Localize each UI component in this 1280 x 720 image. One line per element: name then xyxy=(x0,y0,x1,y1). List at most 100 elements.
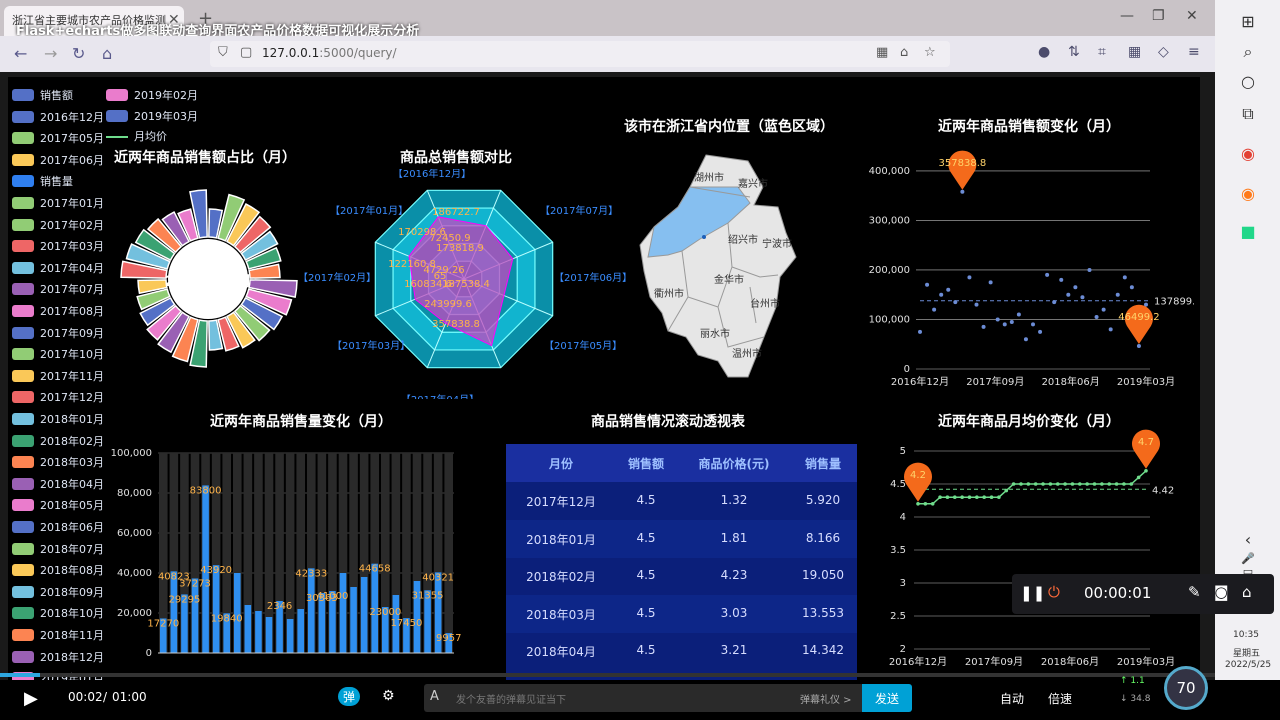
net-down-value: 34.8 xyxy=(1130,694,1151,704)
forward-icon[interactable]: → xyxy=(44,44,57,63)
firefox-icon[interactable]: ◉ xyxy=(1237,184,1259,206)
zhejiang-map[interactable]: 湖州市 嘉兴市绍兴市 宁波市金华市衢州市台州市丽水市温州市 xyxy=(628,147,808,407)
radar-indicator: 【2017年06月】 xyxy=(554,271,632,284)
data-point xyxy=(1023,337,1028,342)
x-tick-label: 2017年09月 xyxy=(966,375,1024,388)
radar-value-label: 186722.7 xyxy=(432,207,480,218)
close-window-icon[interactable]: ✕ xyxy=(1186,8,1198,24)
play-icon[interactable]: ▶ xyxy=(24,688,38,709)
rose-pie-chart[interactable]: 2017年06月 xyxy=(118,189,298,369)
zoom-badge[interactable]: 70 xyxy=(1164,666,1208,710)
minimize-icon[interactable]: — xyxy=(1120,8,1134,24)
legend-swatch xyxy=(106,136,128,138)
video-progress-bar[interactable] xyxy=(0,673,1215,677)
table-cell: 4.5 xyxy=(636,568,656,582)
stop-icon[interactable]: ⏻ xyxy=(1048,583,1060,601)
data-point xyxy=(1115,292,1120,297)
city-label: 嘉兴市 xyxy=(738,177,768,190)
home-icon[interactable]: ⌂ xyxy=(1242,583,1252,601)
legend-label: 销售额 xyxy=(40,89,73,102)
table-row[interactable]: 2018年03月 4.5 3.03 13.553 xyxy=(506,594,857,633)
bar-data-label: 42333 xyxy=(295,568,327,579)
tray-icons[interactable]: 🎤 ▭ 🔊 xyxy=(1237,552,1259,591)
pause-icon[interactable]: ❚❚ xyxy=(1020,584,1045,602)
table-cell: 2018年04月 xyxy=(526,645,596,659)
screenshot-icon[interactable]: ⌗ xyxy=(1098,44,1106,60)
price-point xyxy=(923,502,928,506)
cortana-icon[interactable]: ○ xyxy=(1237,72,1259,94)
task-view-icon[interactable]: ⧉ xyxy=(1237,104,1259,126)
qr-icon[interactable]: ▦ xyxy=(876,45,888,60)
pen-icon[interactable]: ✎ xyxy=(1188,583,1201,601)
camera-icon[interactable]: ◙ xyxy=(1214,583,1229,601)
legend-label: 2019年02月 xyxy=(134,89,198,102)
maximize-icon[interactable]: ❐ xyxy=(1152,8,1165,24)
home-icon[interactable]: ⌂ xyxy=(102,44,112,63)
legend-swatch xyxy=(12,521,34,533)
table-row[interactable]: 2017年12月 4.5 1.32 5.920 xyxy=(506,482,857,520)
danmaku-etiquette-link[interactable]: 弹幕礼仪 > xyxy=(800,691,852,706)
volume-bar-title: 近两年商品销售量变化（月） xyxy=(210,414,392,430)
address-bar[interactable]: ⛉ ▢ 127.0.0.1:5000/query/ ▦ ⌂ ☆ xyxy=(210,41,950,67)
time-current: 00:02 xyxy=(68,690,103,704)
legend-label: 2016年12月 xyxy=(40,110,104,124)
min-marker-label: 4.2 xyxy=(910,470,926,481)
pivot-table[interactable]: 月份 销售额 商品价格(元) 销售量 2017年12月 4.5 1.32 5.920 2018年… xyxy=(506,444,857,680)
pycharm-icon[interactable]: ■ xyxy=(1237,222,1259,244)
danmaku-input[interactable]: A 发个友善的弹幕见证当下 弹幕礼仪 > xyxy=(424,684,864,712)
legend-swatch xyxy=(12,305,34,317)
table-row[interactable]: 2018年01月 4.5 1.81 8.166 xyxy=(506,519,857,558)
extensions-icon[interactable]: ◇ xyxy=(1158,44,1169,60)
send-button[interactable]: 发送 xyxy=(862,684,912,712)
apps-icon[interactable]: ▦ xyxy=(1128,44,1141,60)
auto-quality-button[interactable]: 自动 xyxy=(1000,690,1024,707)
danmaku-settings-icon[interactable]: ⚙ xyxy=(382,688,395,704)
speed-button[interactable]: 倍速 xyxy=(1048,690,1072,707)
bar xyxy=(350,587,357,653)
sync-icon[interactable]: ⇅ xyxy=(1068,44,1080,60)
windows-icon[interactable]: ⊞ xyxy=(1237,12,1259,34)
data-point xyxy=(1002,322,1007,327)
data-point xyxy=(960,189,965,194)
legend-label: 2017年08月 xyxy=(40,305,104,318)
danmaku-toggle-icon[interactable]: 弹 xyxy=(338,687,361,706)
y-tick-label: 0 xyxy=(904,364,910,375)
data-point xyxy=(974,302,979,307)
radar-indicator: 【2017年03月】 xyxy=(332,339,410,352)
table-row[interactable]: 2018年04月 4.5 3.21 14.342 xyxy=(506,632,857,670)
bar-data-label: 43920 xyxy=(200,565,232,576)
danmaku-style-icon[interactable]: A xyxy=(430,689,439,704)
price-point xyxy=(1041,482,1045,486)
chevron-left-icon[interactable]: ‹ xyxy=(1237,530,1259,552)
price-point xyxy=(989,495,994,499)
extension-icon[interactable]: ⌂ xyxy=(900,45,908,60)
price-point xyxy=(1114,482,1119,486)
avg-price-chart[interactable]: 2 2.5 3 3.5 4 4.5 5 2016年12月 2017年09月 2018年06月 201… xyxy=(854,427,1194,677)
table-row[interactable]: 2018年02月 4.5 4.23 19.050 xyxy=(506,557,857,595)
y-tick-label: 60,000 xyxy=(117,528,152,539)
page-info-icon[interactable]: ▢ xyxy=(240,45,252,60)
menu-icon[interactable]: ≡ xyxy=(1188,44,1200,60)
data-point xyxy=(1108,327,1113,332)
legend-label: 2018年06月 xyxy=(40,521,104,534)
average-label: 4.42 xyxy=(1152,485,1174,496)
table-cell: 4.5 xyxy=(636,530,656,545)
search-icon[interactable]: ⌕ xyxy=(1237,42,1259,64)
account-icon[interactable]: ● xyxy=(1038,44,1050,60)
radar-shape: 【2016年12月】【2017年07月】【2017年06月】【2017年05月】… xyxy=(298,169,632,399)
reload-icon[interactable]: ↻ xyxy=(72,44,85,63)
data-point xyxy=(1059,277,1064,282)
radar-chart[interactable]: 【2016年12月】【2017年07月】【2017年06月】【2017年05月】… xyxy=(294,169,634,399)
bar-data-label: 37273 xyxy=(179,578,211,589)
price-point xyxy=(1070,482,1075,486)
y-tick-label: 80,000 xyxy=(117,488,152,499)
price-point xyxy=(1100,482,1104,486)
sales-scatter-chart[interactable]: 0 100,000 200,000 300,000 400,000 2016年12月 201… xyxy=(854,141,1194,401)
volume-bar-chart[interactable]: 020,00040,00060,00080,000100,00017270408… xyxy=(98,437,478,673)
back-icon[interactable]: ← xyxy=(14,44,27,63)
bookmark-star-icon[interactable]: ☆ xyxy=(924,45,936,60)
bar-data-label: 31355 xyxy=(412,590,444,601)
chrome-icon[interactable]: ◉ xyxy=(1237,144,1259,166)
bar-data-label: 44658 xyxy=(359,564,391,575)
city-marker xyxy=(702,235,706,239)
